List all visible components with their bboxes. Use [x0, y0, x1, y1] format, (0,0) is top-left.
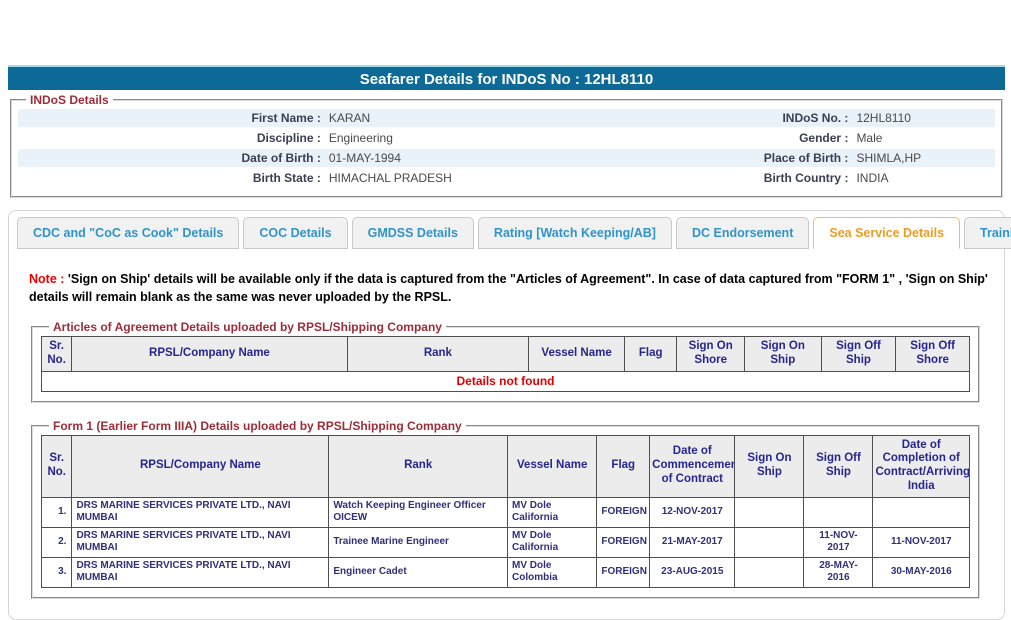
tab-dc-endorsement[interactable]: DC Endorsement [675, 217, 810, 249]
details-not-found-message: Details not found [41, 370, 970, 392]
vessel-cell: MV Dole California [507, 496, 598, 528]
sign-off-ship-cell: 28-MAY-2016 [803, 556, 874, 588]
commencement-date-cell: 12-NOV-2017 [649, 496, 736, 528]
discipline-label: Discipline : [256, 131, 321, 145]
seafarer-details-page: Seafarer Details for INDoS No : 12HL8110… [0, 0, 1011, 620]
col-rank: Rank [328, 434, 509, 498]
sign-off-ship-cell [803, 496, 874, 528]
col-date-of-completion: Date of Completion of Contract/Arriving … [872, 434, 970, 498]
sign-on-ship-cell [734, 496, 805, 528]
col-flag: Flag [623, 336, 678, 372]
col-sign-off-ship: Sign Off Ship [803, 434, 874, 498]
col-sign-on-ship: Sign On Ship [734, 434, 805, 498]
first-name-value: KARAN [328, 111, 371, 125]
sign-on-ship-cell [734, 526, 805, 558]
indos-no-value: 12HL8110 [856, 111, 911, 125]
col-rpsl-company-name: RPSL/Company Name [71, 434, 330, 498]
company-cell: DRS MARINE SERVICES PRIVATE LTD., NAVI M… [71, 526, 330, 558]
sr-no-cell: 2. [40, 526, 73, 558]
col-date-of-commencement: Date of Commencement of Contract [649, 434, 736, 498]
gender-value: Male [856, 131, 883, 145]
col-sr-no: Sr. No. [40, 434, 73, 498]
indos-no-label: INDoS No. : [782, 111, 849, 125]
completion-date-cell: 30-MAY-2016 [872, 556, 970, 588]
dob-value: 01-MAY-1994 [328, 151, 401, 165]
tab-coc-details[interactable]: COC Details [243, 217, 348, 249]
indos-row: Date of Birth : 01-MAY-1994 Place of Birt… [18, 149, 995, 169]
completion-date-cell: 11-NOV-2017 [872, 526, 970, 558]
table-row: 2. DRS MARINE SERVICES PRIVATE LTD., NAV… [40, 526, 970, 558]
rank-cell: Engineer Cadet [328, 556, 509, 588]
indos-details-legend: INDoS Details [30, 93, 109, 107]
birth-country-label: Birth Country : [763, 171, 849, 185]
form1-fieldset: Form 1 (Earlier Form IIIA) Details uploa… [31, 418, 980, 599]
note-prefix: Note : [29, 272, 68, 286]
place-of-birth-label: Place of Birth : [763, 151, 849, 165]
vessel-cell: MV Dole California [507, 526, 598, 558]
col-rpsl-company-name: RPSL/Company Name [71, 336, 348, 372]
table-row: 3. DRS MARINE SERVICES PRIVATE LTD., NAV… [40, 556, 970, 588]
tab-gmdss-details[interactable]: GMDSS Details [351, 217, 474, 249]
tab-rating-watch-keeping-ab[interactable]: Rating [Watch Keeping/AB] [477, 217, 672, 249]
rank-cell: Watch Keeping Engineer Officer OICEW [328, 496, 509, 528]
table-header-row: Sr. No. RPSL/Company Name Rank Vessel Na… [40, 336, 970, 372]
col-sign-off-ship: Sign Off Ship [820, 336, 897, 372]
empty-row: Details not found [41, 370, 970, 392]
page-title: Seafarer Details for INDoS No : 12HL8110 [8, 65, 1005, 90]
indos-details-fieldset: INDoS Details First Name : KARAN INDoS No… [10, 93, 1003, 198]
indos-row: Discipline : Engineering Gender : Male [18, 129, 995, 149]
dob-label: Date of Birth : [241, 151, 321, 165]
articles-of-agreement-legend: Articles of Agreement Details uploaded b… [53, 320, 442, 334]
first-name-label: First Name : [251, 111, 321, 125]
gender-label: Gender : [799, 131, 849, 145]
tab-cdc-coc-as-cook-details[interactable]: CDC and "CoC as Cook" Details [17, 217, 240, 249]
table-header-row: Sr. No. RPSL/Company Name Rank Vessel Na… [40, 434, 970, 498]
col-sign-on-ship: Sign On Ship [744, 336, 822, 372]
birth-state-label: Birth State : [252, 171, 321, 185]
sr-no-cell: 3. [40, 556, 73, 588]
place-of-birth-value: SHIMLA,HP [856, 151, 922, 165]
tab-content-panel: CDC and "CoC as Cook" Details COC Detail… [8, 210, 1011, 620]
sign-on-ship-note: Note : 'Sign on Ship' details will be av… [29, 271, 990, 306]
col-vessel-name: Vessel Name [528, 336, 625, 372]
vessel-cell: MV Dole Colombia [507, 556, 598, 588]
birth-country-value: INDIA [856, 171, 889, 185]
tab-bar: CDC and "CoC as Cook" Details COC Detail… [9, 211, 1011, 249]
col-sr-no: Sr. No. [40, 336, 73, 372]
commencement-date-cell: 23-AUG-2015 [649, 556, 736, 588]
completion-date-cell [872, 496, 970, 528]
tab-sea-service-details[interactable]: Sea Service Details [813, 217, 961, 249]
table-row: 1. DRS MARINE SERVICES PRIVATE LTD., NAV… [40, 496, 970, 528]
form1-table: Sr. No. RPSL/Company Name Rank Vessel Na… [40, 434, 970, 588]
col-sign-off-shore: Sign Off Shore [895, 336, 970, 372]
sign-on-ship-cell [734, 556, 805, 588]
form1-legend: Form 1 (Earlier Form IIIA) Details uploa… [53, 418, 462, 433]
tab-training-details[interactable]: Training Details [964, 217, 1011, 249]
birth-state-value: HIMACHAL PRADESH [328, 171, 452, 185]
indos-row: Birth State : HIMACHAL PRADESH Birth Coun… [18, 169, 995, 189]
articles-of-agreement-fieldset: Articles of Agreement Details uploaded b… [31, 320, 980, 403]
flag-cell: FOREIGN [596, 526, 651, 558]
note-text: 'Sign on Ship' details will be available… [29, 272, 988, 304]
sr-no-cell: 1. [40, 496, 73, 528]
flag-cell: FOREIGN [596, 496, 651, 528]
indos-row: First Name : KARAN INDoS No. : 12HL8110 [18, 109, 995, 129]
company-cell: DRS MARINE SERVICES PRIVATE LTD., NAVI M… [71, 496, 330, 528]
col-vessel-name: Vessel Name [507, 434, 598, 498]
col-flag: Flag [596, 434, 651, 498]
rank-cell: Trainee Marine Engineer [328, 526, 509, 558]
company-cell: DRS MARINE SERVICES PRIVATE LTD., NAVI M… [71, 556, 330, 588]
commencement-date-cell: 21-MAY-2017 [649, 526, 736, 558]
flag-cell: FOREIGN [596, 556, 651, 588]
discipline-value: Engineering [328, 131, 393, 145]
col-sign-on-shore: Sign On Shore [676, 336, 745, 372]
articles-of-agreement-table: Sr. No. RPSL/Company Name Rank Vessel Na… [40, 336, 970, 392]
sign-off-ship-cell: 11-NOV-2017 [803, 526, 874, 558]
col-rank: Rank [346, 336, 530, 372]
